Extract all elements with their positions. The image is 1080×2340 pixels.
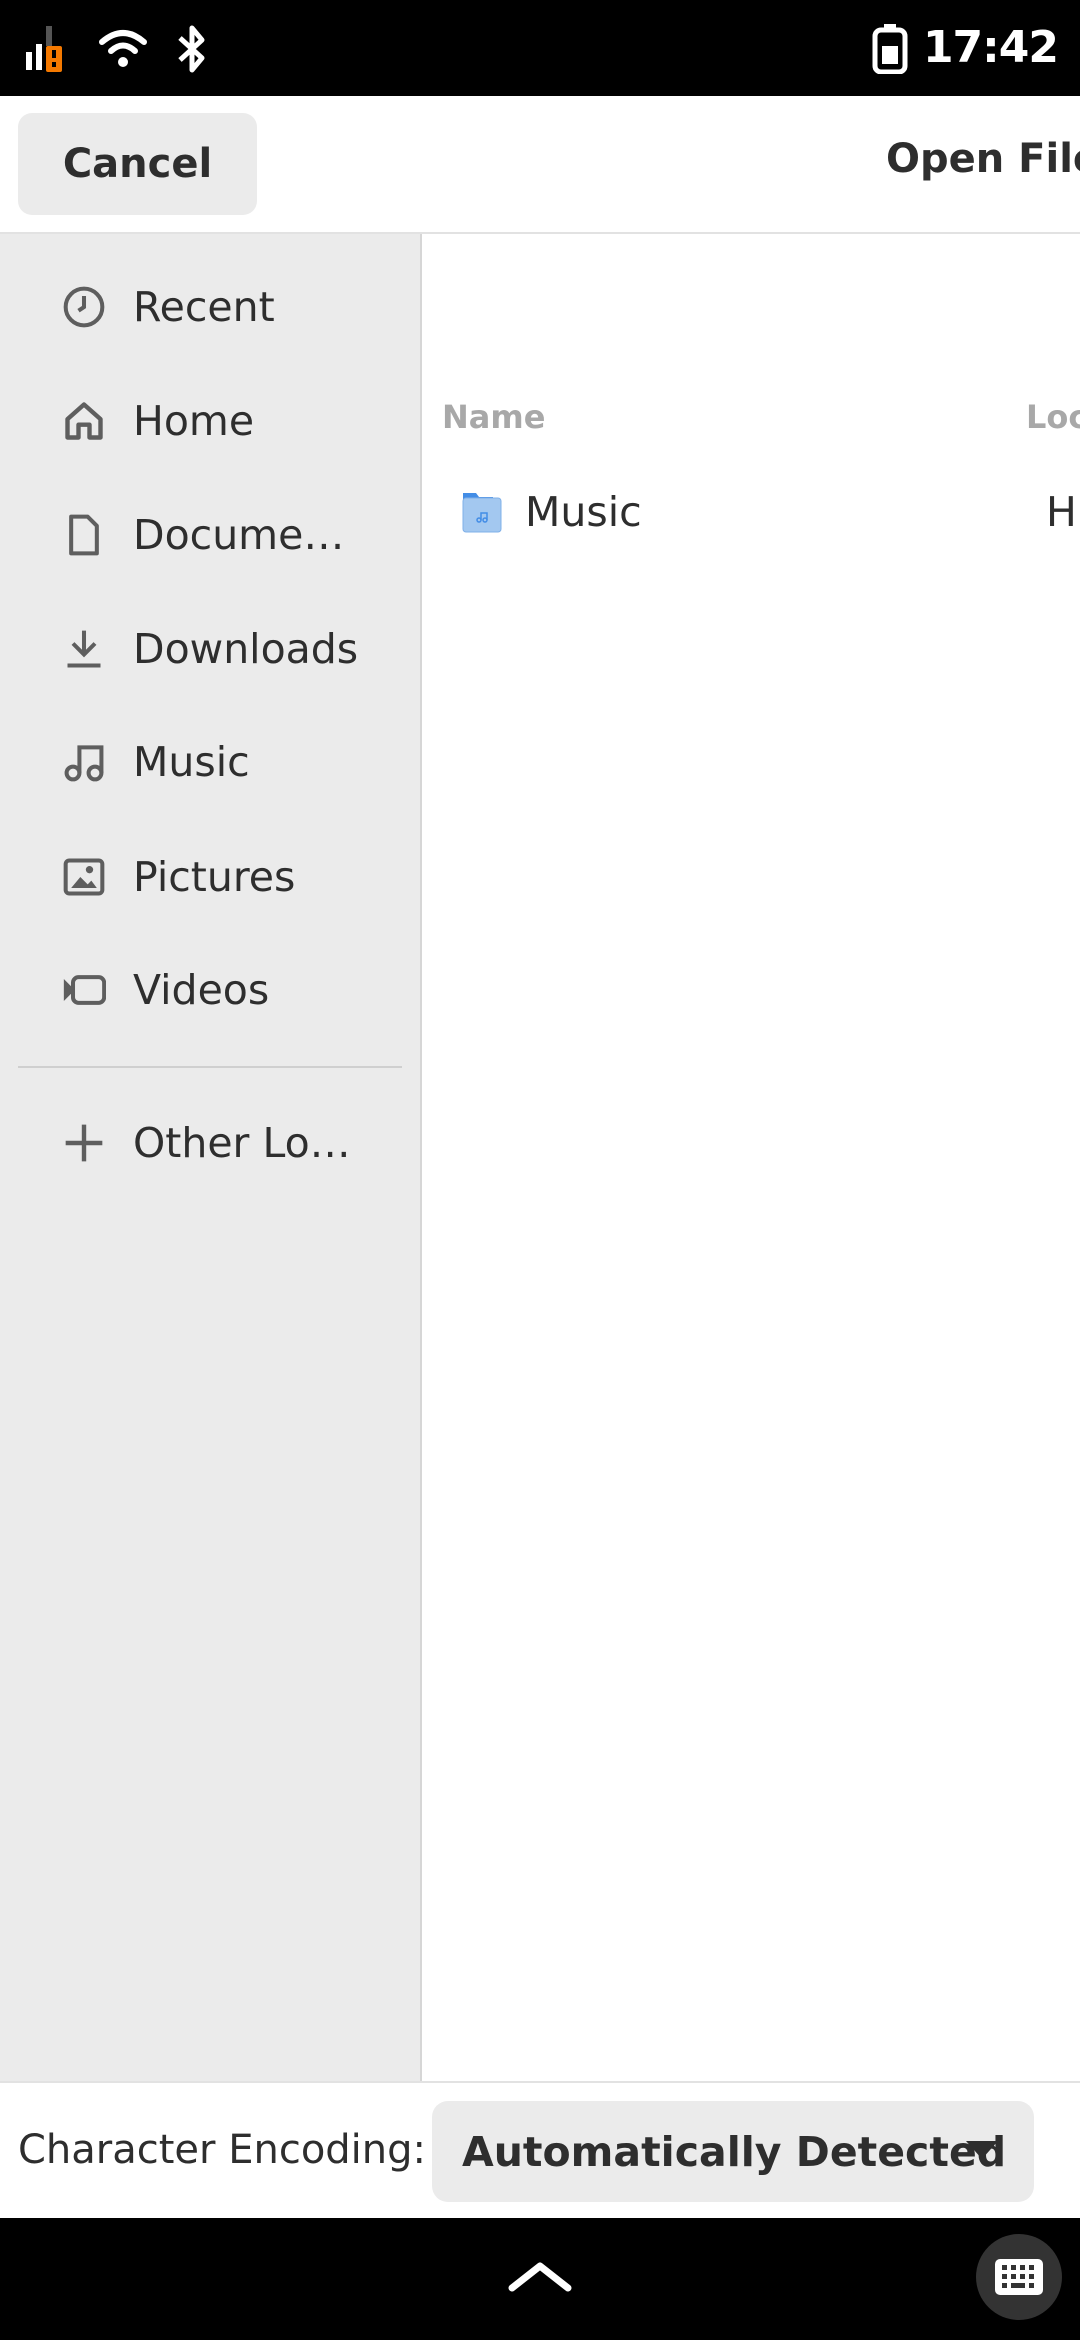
sidebar-item-label: Pictures [133,853,296,901]
signal-icon [26,26,62,72]
header-bar: Cancel Open File [0,96,1080,234]
file-location: H [1046,488,1077,536]
sidebar-item-label: Music [133,738,250,786]
cancel-button[interactable]: Cancel [18,113,257,215]
image-icon [63,858,105,896]
places-sidebar: Recent Home Docume… Downloads Music Pict… [0,234,422,2081]
encoding-value: Automatically Detected [462,2127,1007,2176]
clock-icon [63,286,105,328]
sidebar-item-home[interactable]: Home [0,371,420,471]
keyboard-icon [995,2259,1043,2295]
music-icon [64,745,104,782]
column-header-location[interactable]: Loc [1026,398,1080,436]
sidebar-item-recent[interactable]: Recent [0,257,420,357]
sidebar-item-other-locations[interactable]: Other Lo… [0,1093,420,1193]
bluetooth-icon [178,25,205,73]
wifi-icon [99,30,147,67]
dialog-title: Open File [886,136,1080,182]
encoding-bar: Character Encoding: Automatically Detect… [0,2081,1080,2218]
sidebar-item-label: Downloads [133,625,359,673]
music-folder-icon [462,493,502,533]
keyboard-button[interactable] [976,2234,1062,2320]
sidebar-divider [18,1066,402,1068]
table-row[interactable]: Music H [424,474,1080,554]
sidebar-item-label: Other Lo… [133,1119,351,1167]
sidebar-item-music[interactable]: Music [0,712,420,812]
sidebar-item-videos[interactable]: Videos [0,940,420,1040]
file-list: Name Loc Music H [424,234,1080,2081]
clock: 17:42 [922,22,1059,73]
download-icon [67,630,101,668]
file-name: Music [525,488,642,536]
document-icon [69,514,99,556]
sidebar-item-label: Videos [133,966,270,1014]
battery-icon [872,24,908,74]
navigation-bar [0,2218,1080,2340]
status-bar: 17:42 [0,0,1080,96]
sidebar-item-downloads[interactable]: Downloads [0,599,420,699]
sidebar-item-label: Docume… [133,511,345,559]
home-icon [65,402,103,440]
plus-icon [65,1124,103,1162]
chevron-up-icon[interactable] [508,2260,572,2292]
column-header-name[interactable]: Name [442,398,545,436]
encoding-label: Character Encoding: [18,2127,427,2173]
sidebar-item-label: Recent [133,283,275,331]
encoding-dropdown[interactable]: Automatically Detected [432,2101,1034,2202]
sidebar-item-documents[interactable]: Docume… [0,485,420,585]
video-icon [63,975,106,1005]
sidebar-item-pictures[interactable]: Pictures [0,827,420,927]
dropdown-arrow-icon [966,2141,998,2159]
sidebar-item-label: Home [133,397,255,445]
